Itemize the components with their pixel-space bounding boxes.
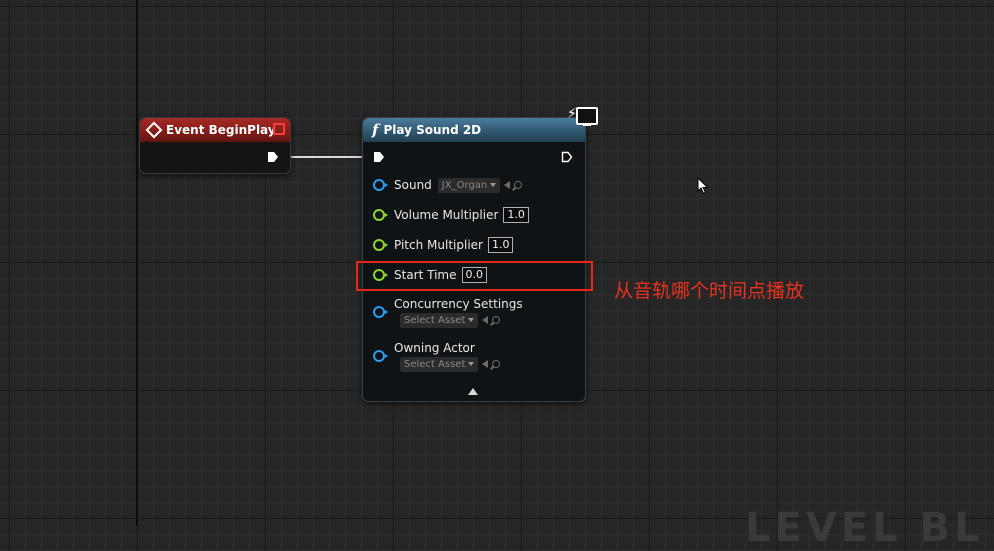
sound-asset-value: JX_Organ: [441, 179, 488, 191]
concurrency-asset-dropdown[interactable]: Select Asset: [400, 312, 479, 328]
exec-wire[interactable]: [289, 156, 365, 158]
function-node-header[interactable]: f Play Sound 2D: [363, 118, 585, 142]
event-node-title: Event BeginPlay: [166, 123, 276, 137]
pitch-multiplier-input[interactable]: 1.0: [487, 237, 514, 253]
graph-origin-axis: [136, 0, 138, 526]
pitch-multiplier-label: Pitch Multiplier: [394, 238, 483, 252]
browse-magnifier-icon[interactable]: [492, 360, 501, 368]
owning-actor-asset-dropdown[interactable]: Select Asset: [400, 356, 479, 372]
level-blueprint-watermark: LEVEL BL: [745, 505, 984, 551]
function-icon: f: [372, 121, 379, 139]
event-diamond-icon: [145, 121, 163, 139]
pin-row-volume-multiplier: Volume Multiplier 1.0: [373, 206, 529, 224]
chevron-down-icon: [468, 318, 475, 322]
exec-in-pin-icon[interactable]: [373, 151, 385, 163]
event-node-header[interactable]: Event BeginPlay: [140, 118, 290, 142]
pin-row-sound: Sound JX_Organ: [373, 176, 523, 194]
use-selected-arrow-icon[interactable]: [482, 360, 489, 368]
volume-multiplier-pin-icon[interactable]: [373, 209, 388, 221]
pin-row-owning-actor: Owning Actor Select Asset: [373, 340, 501, 372]
pitch-multiplier-pin-icon[interactable]: [373, 239, 388, 251]
browse-magnifier-icon[interactable]: [492, 316, 501, 324]
mouse-cursor-icon: [697, 177, 709, 195]
annotation-text: 从音轨哪个时间点播放: [614, 280, 805, 302]
play-sound-2d-node[interactable]: f Play Sound 2D ⚡ Sound JX_Organ Volume …: [362, 106, 598, 402]
chevron-down-icon: [490, 183, 497, 187]
owning-actor-pin-icon[interactable]: [373, 350, 388, 362]
sound-asset-dropdown[interactable]: JX_Organ: [437, 177, 501, 193]
event-beginplay-node[interactable]: Event BeginPlay: [139, 117, 291, 174]
sound-pin-label: Sound: [394, 178, 432, 192]
pin-row-pitch-multiplier: Pitch Multiplier 1.0: [373, 236, 514, 254]
delegate-pin-icon[interactable]: [273, 123, 285, 135]
use-selected-arrow-icon[interactable]: [504, 181, 511, 189]
pin-row-concurrency-settings: Concurrency Settings Select Asset: [373, 296, 523, 328]
exec-out-pin-icon[interactable]: [561, 151, 573, 163]
monitor-icon: [576, 107, 598, 126]
volume-multiplier-label: Volume Multiplier: [394, 208, 499, 222]
browse-magnifier-icon[interactable]: [514, 181, 523, 189]
annotation-highlight-box: [356, 261, 593, 291]
concurrency-settings-pin-icon[interactable]: [373, 306, 388, 318]
owning-actor-label: Owning Actor: [394, 340, 475, 355]
sound-pin-icon[interactable]: [373, 179, 388, 191]
function-node-title: Play Sound 2D: [383, 123, 482, 137]
concurrency-asset-value: Select Asset: [404, 314, 466, 326]
concurrency-settings-label: Concurrency Settings: [394, 296, 523, 311]
owning-actor-asset-value: Select Asset: [404, 358, 466, 370]
use-selected-arrow-icon[interactable]: [482, 316, 489, 324]
chevron-down-icon: [468, 362, 475, 366]
volume-multiplier-input[interactable]: 1.0: [503, 207, 529, 223]
exec-out-pin-icon[interactable]: [267, 151, 279, 163]
collapse-advanced-arrow-icon[interactable]: [468, 388, 478, 395]
